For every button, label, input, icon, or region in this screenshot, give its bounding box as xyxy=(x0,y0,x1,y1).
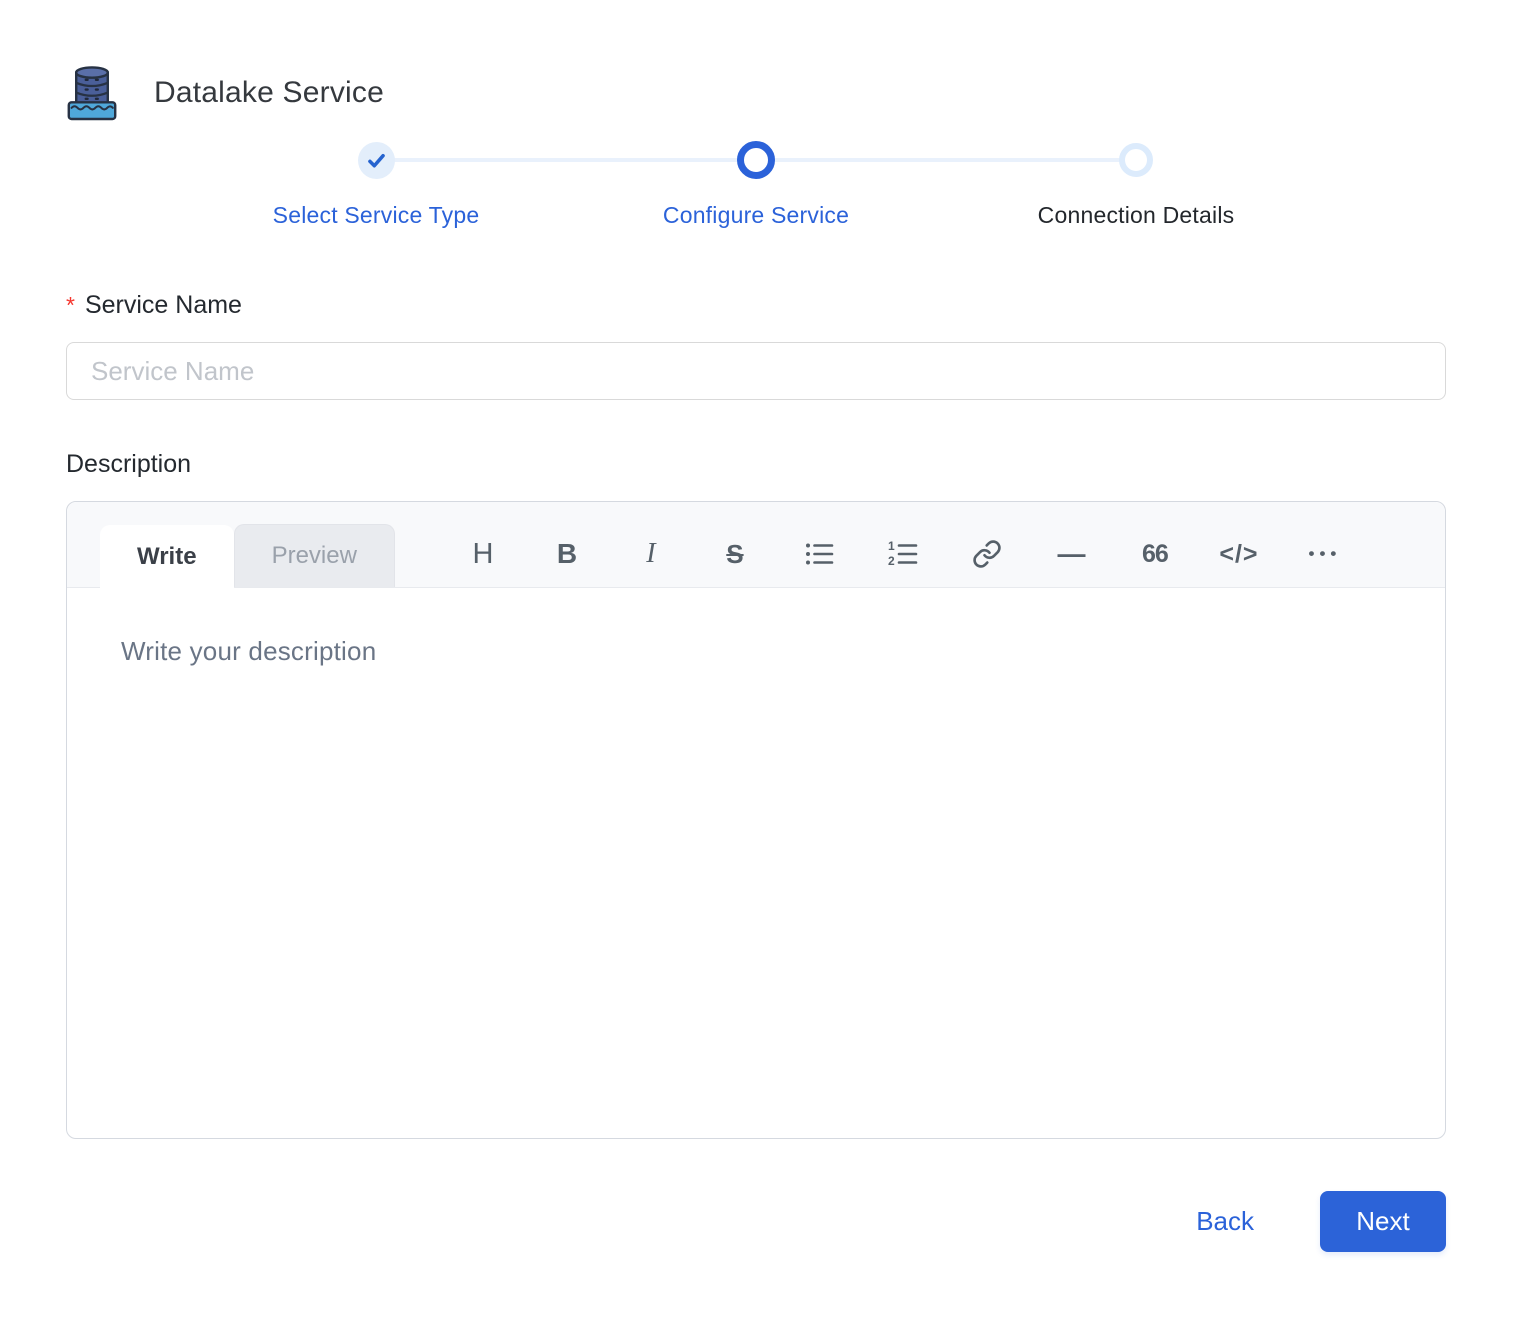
bold-icon[interactable]: B xyxy=(552,537,582,571)
description-placeholder: Write your description xyxy=(121,636,377,666)
footer-actions: Back Next xyxy=(66,1191,1446,1252)
editor-format-toolbar: H B I S 1 2 — 66 </> ••• xyxy=(441,537,1365,587)
page-header: Datalake Service xyxy=(66,62,1446,124)
step-active-dot xyxy=(737,141,775,179)
service-name-label-row: * Service Name xyxy=(66,291,1446,320)
editor-toolbar-header: Write Preview H B I S 1 2 — 66 </> ••• xyxy=(67,502,1445,588)
configure-service-page: Datalake Service Select Service Type Con… xyxy=(0,0,1516,1252)
svg-text:2: 2 xyxy=(888,554,895,568)
tab-write[interactable]: Write xyxy=(100,525,234,588)
svg-text:1: 1 xyxy=(888,539,895,553)
datalake-icon xyxy=(67,66,117,121)
more-icon[interactable]: ••• xyxy=(1308,537,1338,571)
step-pending-dot xyxy=(1119,143,1153,177)
stepper: Select Service Type Configure Service Co… xyxy=(186,140,1326,229)
description-editor: Write Preview H B I S 1 2 — 66 </> ••• W… xyxy=(66,501,1446,1139)
required-asterisk: * xyxy=(66,292,75,318)
description-textarea[interactable]: Write your description xyxy=(67,588,1445,1138)
step-label: Connection Details xyxy=(1037,202,1235,228)
check-icon xyxy=(367,153,385,167)
editor-tabs: Write Preview xyxy=(100,502,395,588)
page-title: Datalake Service xyxy=(154,76,384,109)
service-name-input[interactable] xyxy=(66,342,1446,400)
step-label: Configure Service xyxy=(662,202,850,228)
step-label: Select Service Type xyxy=(272,202,480,228)
quote-icon[interactable]: 66 xyxy=(1140,537,1170,571)
code-icon[interactable]: </> xyxy=(1219,537,1257,571)
heading-icon[interactable]: H xyxy=(468,537,498,571)
strikethrough-icon[interactable]: S xyxy=(720,537,750,571)
next-button[interactable]: Next xyxy=(1320,1191,1446,1252)
service-name-label: Service Name xyxy=(84,291,242,319)
step-select-service-type: Select Service Type xyxy=(186,140,566,229)
italic-icon[interactable]: I xyxy=(636,537,666,571)
ordered-list-icon[interactable]: 1 2 xyxy=(888,537,918,571)
step-connection-details: Connection Details xyxy=(756,140,1326,229)
step-completed-dot xyxy=(357,141,395,179)
step-configure-service: Configure Service xyxy=(376,140,946,229)
unordered-list-icon[interactable] xyxy=(804,537,834,571)
link-icon[interactable] xyxy=(972,537,1002,571)
tab-preview[interactable]: Preview xyxy=(233,524,395,587)
horizontal-rule-icon[interactable]: — xyxy=(1056,537,1086,571)
back-button[interactable]: Back xyxy=(1196,1206,1254,1237)
description-label: Description xyxy=(66,450,192,478)
